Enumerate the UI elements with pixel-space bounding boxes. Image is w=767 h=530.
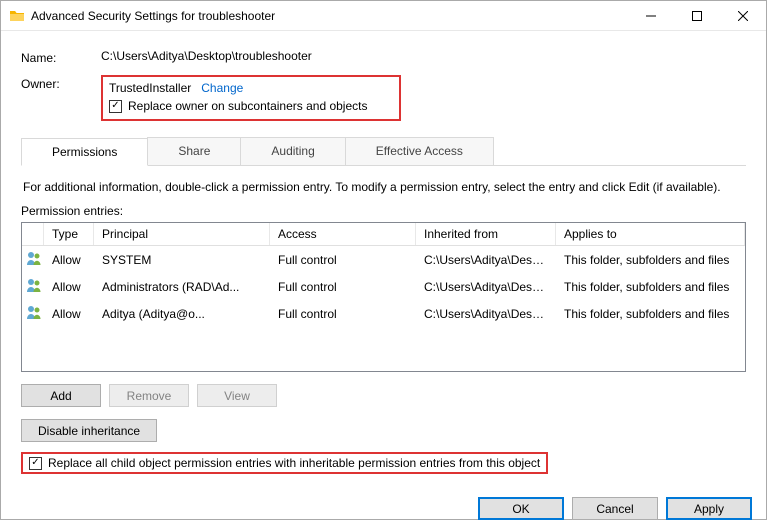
col-access[interactable]: Access [270, 223, 416, 245]
tab-auditing[interactable]: Auditing [240, 137, 345, 165]
replace-all-label: Replace all child object permission entr… [48, 456, 540, 470]
ok-button[interactable]: OK [478, 497, 564, 520]
cell-type: Allow [44, 251, 94, 269]
replace-owner-checkbox[interactable]: ✓ [109, 100, 122, 113]
disable-inheritance-button[interactable]: Disable inheritance [21, 419, 157, 442]
cell-principal: Aditya (Aditya@o... [94, 305, 270, 323]
maximize-button[interactable] [674, 1, 720, 31]
cell-type: Allow [44, 278, 94, 296]
replace-owner-checkbox-row[interactable]: ✓ Replace owner on subcontainers and obj… [109, 99, 393, 113]
folder-icon [9, 8, 25, 24]
owner-value: TrustedInstaller [109, 81, 191, 95]
apply-button[interactable]: Apply [666, 497, 752, 520]
name-row: Name: C:\Users\Aditya\Desktop\troublesho… [21, 49, 746, 65]
dialog-footer: OK Cancel Apply [1, 486, 766, 530]
cell-applies: This folder, subfolders and files [556, 278, 745, 296]
principal-icon [22, 248, 44, 271]
replace-all-checkbox[interactable]: ✓ [29, 457, 42, 470]
table-row[interactable]: AllowSYSTEMFull controlC:\Users\Aditya\D… [22, 246, 745, 273]
disable-inheritance-row: Disable inheritance [21, 419, 746, 442]
tab-effective-access[interactable]: Effective Access [345, 137, 494, 165]
owner-row: Owner: TrustedInstaller Change ✓ Replace… [21, 75, 746, 121]
dialog-window: Advanced Security Settings for troublesh… [0, 0, 767, 520]
name-label: Name: [21, 49, 101, 65]
col-applies[interactable]: Applies to [556, 223, 745, 245]
cell-access: Full control [270, 251, 416, 269]
remove-button[interactable]: Remove [109, 384, 189, 407]
owner-highlight-box: TrustedInstaller Change ✓ Replace owner … [101, 75, 401, 121]
cell-applies: This folder, subfolders and files [556, 251, 745, 269]
entries-heading: Permission entries: [21, 204, 746, 218]
table-row[interactable]: AllowAditya (Aditya@o...Full controlC:\U… [22, 300, 745, 327]
window-title: Advanced Security Settings for troublesh… [31, 9, 628, 23]
cell-access: Full control [270, 278, 416, 296]
minimize-button[interactable] [628, 1, 674, 31]
permission-entries-list[interactable]: Type Principal Access Inherited from App… [21, 222, 746, 372]
cell-inherited: C:\Users\Aditya\Deskt... [416, 278, 556, 296]
table-row[interactable]: AllowAdministrators (RAD\Ad...Full contr… [22, 273, 745, 300]
close-button[interactable] [720, 1, 766, 31]
replace-all-row: ✓ Replace all child object permission en… [21, 452, 746, 474]
cell-applies: This folder, subfolders and files [556, 305, 745, 323]
cell-principal: SYSTEM [94, 251, 270, 269]
tab-permissions[interactable]: Permissions [21, 138, 148, 166]
content-area: Name: C:\Users\Aditya\Desktop\troublesho… [1, 31, 766, 486]
col-inherited[interactable]: Inherited from [416, 223, 556, 245]
titlebar: Advanced Security Settings for troublesh… [1, 1, 766, 31]
change-owner-link[interactable]: Change [201, 81, 243, 95]
cell-principal: Administrators (RAD\Ad... [94, 278, 270, 296]
owner-label: Owner: [21, 75, 101, 121]
view-button[interactable]: View [197, 384, 277, 407]
cell-inherited: C:\Users\Aditya\Deskt... [416, 305, 556, 323]
entry-action-row: Add Remove View [21, 384, 746, 407]
tab-share[interactable]: Share [147, 137, 241, 165]
principal-icon [22, 275, 44, 298]
info-text: For additional information, double-click… [23, 180, 744, 194]
tabs: Permissions Share Auditing Effective Acc… [21, 137, 746, 166]
add-button[interactable]: Add [21, 384, 101, 407]
replace-all-highlight-box[interactable]: ✓ Replace all child object permission en… [21, 452, 548, 474]
cancel-button[interactable]: Cancel [572, 497, 658, 520]
entries-body: AllowSYSTEMFull controlC:\Users\Aditya\D… [22, 246, 745, 371]
replace-owner-label: Replace owner on subcontainers and objec… [128, 99, 367, 113]
col-principal[interactable]: Principal [94, 223, 270, 245]
cell-inherited: C:\Users\Aditya\Deskt... [416, 251, 556, 269]
cell-access: Full control [270, 305, 416, 323]
col-type[interactable]: Type [44, 223, 94, 245]
name-value: C:\Users\Aditya\Desktop\troubleshooter [101, 49, 746, 65]
principal-icon [22, 302, 44, 325]
cell-type: Allow [44, 305, 94, 323]
entries-header-row: Type Principal Access Inherited from App… [22, 223, 745, 246]
